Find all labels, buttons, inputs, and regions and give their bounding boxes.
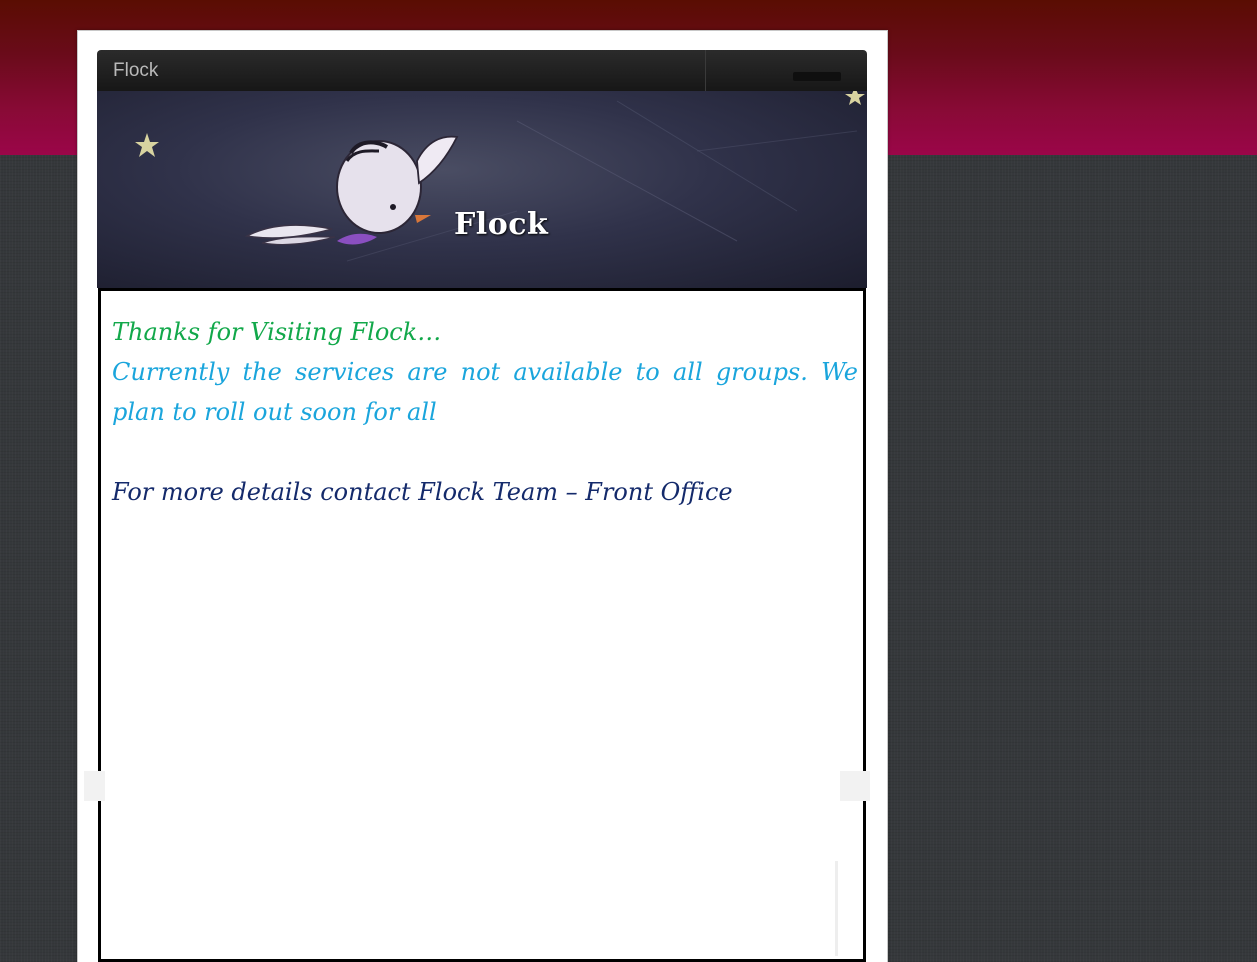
app-title[interactable]: Flock xyxy=(113,60,158,81)
banner-title: Flock xyxy=(454,207,549,242)
navbar-widget[interactable] xyxy=(793,72,841,81)
scrollbar[interactable] xyxy=(835,861,838,956)
banner-illustration xyxy=(135,91,865,262)
services-notice: Currently the services are not available… xyxy=(112,358,858,426)
app-navbar: Flock xyxy=(97,50,867,91)
star-icon xyxy=(845,91,865,105)
contact-message: For more details contact Flock Team – Fr… xyxy=(112,478,733,506)
slider-next-button[interactable] xyxy=(840,771,870,801)
announcement-box: Thanks for Visiting Flock… Currently the… xyxy=(98,288,866,962)
star-icon xyxy=(135,133,159,157)
slider-prev-button[interactable] xyxy=(84,771,105,801)
thanks-message: Thanks for Visiting Flock… xyxy=(112,318,442,346)
navbar-divider xyxy=(705,50,706,91)
header-banner: Flock xyxy=(97,91,867,288)
